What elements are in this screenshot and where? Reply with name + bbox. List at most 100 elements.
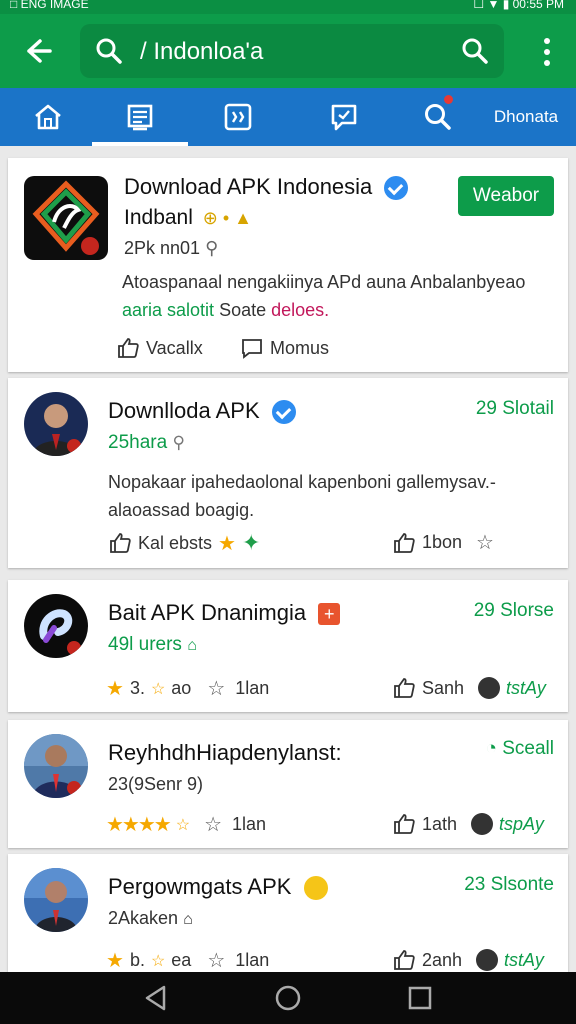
tab-bar: Dhonata xyxy=(0,88,576,146)
app-logo xyxy=(24,176,108,260)
tab-donate[interactable]: Dhonata xyxy=(478,88,574,146)
status-right: ☐ ▼ ▮ 00:55 PM xyxy=(473,0,564,11)
rating-value: 3. xyxy=(129,678,145,698)
star-icon: ★ xyxy=(106,678,124,700)
like-action[interactable]: 1ath tspAy xyxy=(392,812,544,836)
pin-icon: ⚲ xyxy=(205,238,219,258)
app-title: Bait APK Dnanimgia xyxy=(108,600,307,625)
action-label: Kal ebsts xyxy=(138,532,213,553)
search-submit-icon[interactable] xyxy=(460,36,490,71)
right-label: Sceall xyxy=(502,738,554,759)
description-pink: deloes. xyxy=(271,300,330,320)
tag-label: tstAy xyxy=(504,949,544,970)
rating-suffix: ea xyxy=(171,950,192,970)
description-black: Soate xyxy=(219,300,267,320)
status-left: □ ENG IMAGE xyxy=(10,0,89,11)
star-half-icon: ☆ xyxy=(175,816,191,834)
rating-suffix: ao xyxy=(171,678,192,698)
star-icon: ★ xyxy=(106,950,124,972)
tab-donate-label: Dhonata xyxy=(493,107,559,126)
tag-icon: ⌂ xyxy=(187,637,197,654)
app-description: Atoaspanaal nengakiinya APd auna Anbalan… xyxy=(122,268,562,324)
tab-feed[interactable] xyxy=(92,88,188,146)
tag-icon: ⌂ xyxy=(183,911,193,928)
tab-messages[interactable] xyxy=(296,88,392,146)
list-item[interactable]: Pergowmgats APK 23 Slsonte 2Akaken ⌂ ★ b… xyxy=(8,854,568,972)
thumbs-up-icon xyxy=(394,678,415,698)
star-outline-icon[interactable]: ☆ xyxy=(204,812,222,837)
description-line-2: alaoassad boagig. xyxy=(108,500,255,520)
rating-value: b. xyxy=(129,950,145,970)
likes-count: 1ath xyxy=(422,813,458,834)
nav-home-icon[interactable] xyxy=(274,984,302,1017)
like-action[interactable]: 2anh tstAy xyxy=(392,948,544,972)
tag-label: tspAy xyxy=(499,813,544,834)
right-label-row: ◔ Sceall xyxy=(485,738,554,760)
game-controller-icon xyxy=(476,949,499,971)
star-outline-icon[interactable]: ☆ xyxy=(207,948,225,972)
game-controller-icon xyxy=(471,813,494,835)
game-controller-icon xyxy=(478,677,501,699)
apps-icon xyxy=(224,103,252,131)
comment-action[interactable]: Momus xyxy=(240,336,329,360)
notification-dot xyxy=(444,95,453,104)
description-line-1: Atoaspanaal nengakiinya APd auna Anbalan… xyxy=(122,272,526,292)
system-nav-bar xyxy=(0,972,576,1024)
description-line-1: Nopakaar ipahedaolonal kapenboni gallemy… xyxy=(108,472,496,492)
comment-icon xyxy=(242,339,262,359)
star-outline-icon[interactable]: ☆ xyxy=(207,676,225,701)
stars-icon: ★★★★ xyxy=(106,814,172,836)
like-action[interactable]: Vacallx xyxy=(116,336,203,360)
avatar xyxy=(24,868,88,932)
action-label: Vacallx xyxy=(146,337,203,358)
app-title: Pergowmgats APK xyxy=(108,874,292,899)
app-meta: 2Pk nn01 xyxy=(124,238,201,258)
avatar xyxy=(24,392,88,456)
app-title: ReyhhdhHiapdenylanst: xyxy=(108,740,342,765)
nav-back-icon[interactable] xyxy=(142,984,170,1017)
back-arrow-icon[interactable] xyxy=(20,34,60,68)
top-app-bar: / Indonloa'a xyxy=(0,14,576,88)
overflow-menu-icon[interactable] xyxy=(544,38,552,71)
vote-action[interactable]: 1bon ☆ xyxy=(392,530,494,555)
search-field[interactable]: / Indonloa'a xyxy=(80,24,504,78)
nav-recents-icon[interactable] xyxy=(406,984,434,1017)
likes-count: 2anh xyxy=(422,949,463,970)
pin-icon: ⚲ xyxy=(172,433,185,452)
app-list: Download APK Indonesia Indbanl ⊕ • ▲ 2Pk… xyxy=(0,146,576,972)
rating-row: ★ 3. ☆ ao ☆ 1lan xyxy=(106,676,269,701)
thumbs-up-icon xyxy=(394,814,415,834)
action-label: Momus xyxy=(270,337,330,358)
plus-badge-icon: + xyxy=(318,603,341,625)
list-item[interactable]: ReyhhdhHiapdenylanst: ◔ Sceall 23(9Senr … xyxy=(8,720,568,848)
star-half-icon: ☆ xyxy=(150,680,166,698)
app-title: Download APK Indonesia xyxy=(124,174,373,199)
refresh-icon: ◔ xyxy=(485,738,497,759)
like-action[interactable]: Sanh tstAy xyxy=(392,676,546,700)
star-outline-icon[interactable]: ☆ xyxy=(476,530,494,555)
warning-icon: ⊕ • ▲ xyxy=(202,208,252,228)
like-action[interactable]: Kal ebsts ★ ✦ xyxy=(108,530,260,556)
thumbs-up-icon xyxy=(394,950,415,970)
app-description: Nopakaar ipahedaolonal kapenboni gallemy… xyxy=(108,468,558,524)
verified-badge-icon xyxy=(384,176,409,201)
action-label: 1bon xyxy=(422,532,463,552)
search-query: / Indonloa'a xyxy=(140,38,264,65)
tab-apps[interactable] xyxy=(190,88,286,146)
star-half-icon: ☆ xyxy=(150,952,166,970)
search-tab-icon xyxy=(425,104,451,130)
search-icon xyxy=(94,36,124,71)
thumbs-up-icon xyxy=(110,533,131,553)
action-button[interactable]: Weabor xyxy=(458,176,554,216)
message-icon xyxy=(331,104,357,131)
verified-badge-icon xyxy=(271,400,296,425)
list-item[interactable]: Downlloda APK 29 Slotail 25hara ⚲ Nopaka… xyxy=(8,378,568,568)
tab-search[interactable] xyxy=(390,88,486,146)
emoji-icon xyxy=(303,876,328,901)
tab-home[interactable] xyxy=(0,88,96,146)
list-item[interactable]: Download APK Indonesia Indbanl ⊕ • ▲ 2Pk… xyxy=(8,158,568,372)
list-item[interactable]: Bait APK Dnanimgia + 29 Slorse 49l urers… xyxy=(8,580,568,712)
thumbs-up-icon xyxy=(394,532,415,553)
rating-count: 1lan xyxy=(235,678,270,698)
rating-count: 1lan xyxy=(235,950,270,970)
